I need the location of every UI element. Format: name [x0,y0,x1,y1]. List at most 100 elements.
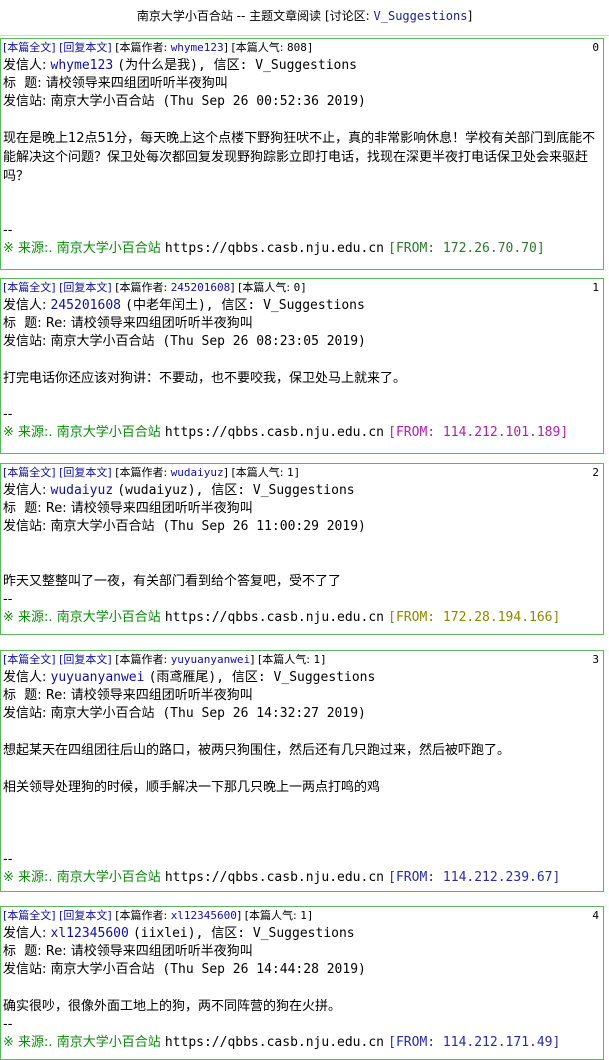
full-text-link[interactable]: [本篇全文] [3,653,56,666]
sender-nickname: (中老年闰土), 信区: V_Suggestions [125,298,365,313]
post-header: [本篇全文] [回复本文] [本篇作者: wudaiyuz] [本篇人气: 1]… [1,464,603,482]
sender-nickname: (为什么是我), 信区: V_Suggestions [117,58,358,73]
post-content-2: 相关领导处理狗的时候，顺手解决一下那几只晚上一两点打鸣的鸡 [3,780,381,795]
post-content: 打完电话你还应该对狗讲：不要动，也不要咬我，保卫处马上就来了。 [3,371,407,386]
author-link[interactable]: wudaiyuz [171,466,224,479]
sender-id[interactable]: 245201608 [51,298,121,313]
post-time: 南京大学小百合站 (Thu Sep 26 14:32:27 2019) [50,706,366,721]
popularity-value: 1] [300,909,314,922]
signature-separator: -- [3,592,13,607]
post-title: Re: 请校领导来四组团听听半夜狗叫 [45,944,253,959]
post-time: 南京大学小百合站 (Thu Sep 26 11:00:29 2019) [50,519,366,534]
source-prefix: ※ 来源:. [3,610,53,625]
source-url[interactable]: https://qbbs.casb.nju.edu.cn [165,425,384,440]
post-0: [本篇全文] [回复本文] [本篇作者: whyme123] [本篇人气: 80… [0,38,604,270]
post-index: 0 [592,41,599,54]
signature-separator: -- [3,1017,13,1032]
source-url[interactable]: https://qbbs.casb.nju.edu.cn [165,610,384,625]
reply-link[interactable]: [回复本文] [59,909,112,922]
source-site: 南京大学小百合站 [56,425,161,440]
page-title-suffix: ] [467,9,473,23]
popularity-label: [本篇人气: [231,466,284,479]
post-time: 南京大学小百合站 (Thu Sep 26 00:52:36 2019) [50,94,366,109]
title-label: 标 题: [3,501,42,516]
full-text-link[interactable]: [本篇全文] [3,281,56,294]
post-header: [本篇全文] [回复本文] [本篇作者: 245201608] [本篇人气: 0… [1,279,603,297]
author-label: [本篇作者: [115,281,168,294]
post-header: [本篇全文] [回复本文] [本篇作者: xl12345600] [本篇人气: … [1,907,603,925]
title-label: 标 题: [3,316,42,331]
source-url[interactable]: https://qbbs.casb.nju.edu.cn [165,241,384,256]
station-label: 发信站: [3,94,47,109]
post-index: 1 [592,281,599,294]
author-link[interactable]: xl12345600 [171,909,237,922]
source-site: 南京大学小百合站 [56,1035,161,1050]
source-from: [FROM: 172.26.70.70] [388,241,545,256]
reply-link[interactable]: [回复本文] [59,41,112,54]
source-from: [FROM: 114.212.239.67] [388,870,561,885]
author-label: [本篇作者: [115,41,168,54]
sender-id[interactable]: yuyuanyanwei [51,670,145,685]
title-label: 标 题: [3,944,42,959]
signature-separator: -- [3,852,13,867]
sender-nickname: (wudaiyuz), 信区: V_Suggestions [117,483,355,498]
post-body: 发信人: wudaiyuz (wudaiyuz), 信区: V_Suggesti… [1,482,603,627]
popularity-value: 1] [313,653,327,666]
reply-link[interactable]: [回复本文] [59,281,112,294]
full-text-link[interactable]: [本篇全文] [3,909,56,922]
sender-nickname: (iixlei), 信区: V_Suggestions [132,926,355,941]
post-title: Re: 请校领导来四组团听听半夜狗叫 [45,688,253,703]
post-title: Re: 请校领导来四组团听听半夜狗叫 [45,316,253,331]
sender-id[interactable]: whyme123 [51,58,114,73]
author-link[interactable]: 245201608 [171,281,231,294]
title-label: 标 题: [3,688,42,703]
post-2: [本篇全文] [回复本文] [本篇作者: wudaiyuz] [本篇人气: 1]… [0,463,604,635]
reply-link[interactable]: [回复本文] [59,466,112,479]
reply-link[interactable]: [回复本文] [59,653,112,666]
post-source: ※ 来源:. 南京大学小百合站 https://qbbs.casb.nju.ed… [3,240,603,258]
post-time: 南京大学小百合站 (Thu Sep 26 08:23:05 2019) [50,334,366,349]
page-title: 南京大学小百合站 -- 主题文章阅读 [讨论区: V_Suggestions] [0,0,609,36]
author-link[interactable]: whyme123 [171,41,224,54]
popularity-value: 0] [293,281,307,294]
source-from: [FROM: 114.212.171.49] [388,1035,561,1050]
full-text-link[interactable]: [本篇全文] [3,41,56,54]
post-source: ※ 来源:. 南京大学小百合站 https://qbbs.casb.nju.ed… [3,609,603,627]
source-url[interactable]: https://qbbs.casb.nju.edu.cn [165,870,384,885]
popularity-label: [本篇人气: [238,281,291,294]
post-time: 南京大学小百合站 (Thu Sep 26 14:44:28 2019) [50,962,366,977]
post-header: [本篇全文] [回复本文] [本篇作者: whyme123] [本篇人气: 80… [1,39,603,57]
sender-label: 发信人: [3,483,47,498]
sender-label: 发信人: [3,670,47,685]
station-label: 发信站: [3,706,47,721]
signature-separator: -- [3,223,13,238]
post-body: 发信人: whyme123 (为什么是我), 信区: V_Suggestions… [1,57,603,258]
full-text-link[interactable]: [本篇全文] [3,466,56,479]
author-label: [本篇作者: [115,466,168,479]
sender-label: 发信人: [3,298,47,313]
station-label: 发信站: [3,334,47,349]
source-prefix: ※ 来源:. [3,870,53,885]
source-prefix: ※ 来源:. [3,241,53,256]
post-content: 昨天又整整叫了一夜，有关部门看到给个答复吧，受不了了 [3,574,342,589]
author-label: [本篇作者: [115,653,168,666]
author-link[interactable]: yuyuanyanwei [171,653,250,666]
popularity-label: [本篇人气: [257,653,310,666]
post-index: 2 [592,466,599,479]
post-content: 想起某天在四组团往后山的路口，被两只狗围住，然后还有几只跑过来，然后被吓跑了。 [3,743,511,758]
post-1: [本篇全文] [回复本文] [本篇作者: 245201608] [本篇人气: 0… [0,278,604,454]
source-url[interactable]: https://qbbs.casb.nju.edu.cn [165,1035,384,1050]
post-title: Re: 请校领导来四组团听听半夜狗叫 [45,501,253,516]
source-prefix: ※ 来源:. [3,1035,53,1050]
source-site: 南京大学小百合站 [56,870,161,885]
popularity-label: [本篇人气: [231,41,284,54]
signature-separator: -- [3,407,13,422]
post-body: 发信人: xl12345600 (iixlei), 信区: V_Suggesti… [1,925,603,1052]
post-body: 发信人: yuyuanyanwei (雨鸢雁尾), 信区: V_Suggesti… [1,669,603,887]
post-index: 3 [592,653,599,666]
post-content: 现在是晚上12点51分，每天晚上这个点楼下野狗狂吠不止，真的非常影响休息！学校有… [3,131,596,184]
sender-label: 发信人: [3,58,47,73]
page-title-board[interactable]: V_Suggestions [374,9,468,23]
sender-id[interactable]: xl12345600 [51,926,129,941]
sender-id[interactable]: wudaiyuz [51,483,114,498]
